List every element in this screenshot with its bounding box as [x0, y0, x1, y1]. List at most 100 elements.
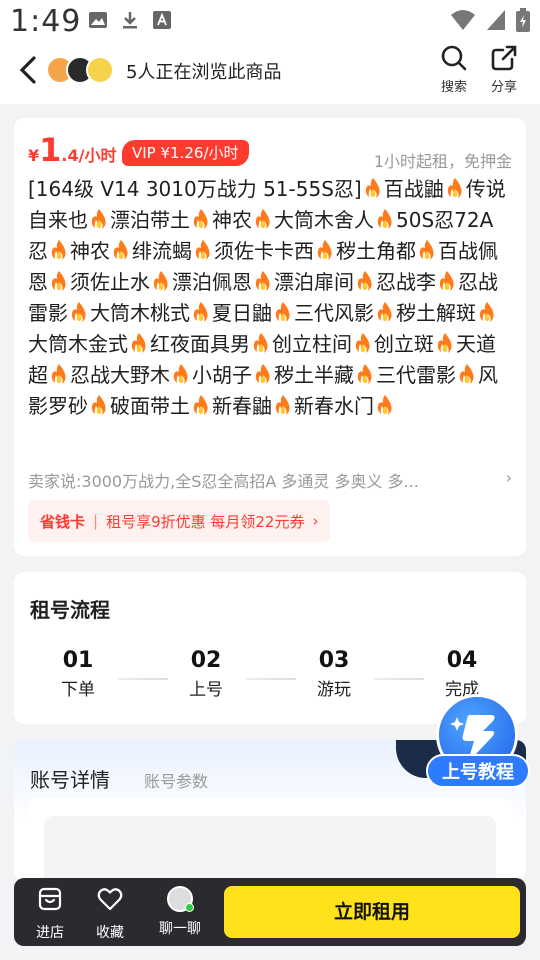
fire-icon [252, 332, 270, 354]
fire-icon [364, 177, 382, 199]
details-content [44, 816, 496, 880]
description-text: 小胡子 [192, 363, 252, 387]
description-text: 漂泊佩恩 [172, 270, 252, 294]
online-dot [185, 903, 194, 912]
search-button[interactable]: 搜索 [434, 44, 474, 95]
description-text: 创立柱间 [272, 332, 352, 356]
back-icon[interactable] [16, 54, 40, 86]
page-title: 5人正在浏览此商品 [126, 62, 282, 83]
store-label: 进店 [36, 925, 64, 941]
fire-icon [254, 270, 272, 292]
description-text: 三代雷影 [376, 363, 456, 387]
step-number: 03 [318, 648, 350, 673]
description-text: 须佐止水 [70, 270, 150, 294]
status-icons-left [88, 10, 172, 30]
tutorial-button[interactable]: 上号教程 [426, 694, 530, 790]
fire-icon [458, 363, 476, 385]
description-text: 秽土解斑 [396, 301, 476, 325]
status-bar: 1:49 [0, 0, 540, 44]
fire-icon [436, 332, 454, 354]
fire-icon [192, 301, 210, 323]
description-text: 秽土半藏 [274, 363, 354, 387]
description-text: 神农 [212, 208, 252, 232]
viewer-avatars [46, 56, 114, 84]
saver-text: 租号享9折优惠 每月领22元券 [106, 512, 305, 531]
price: ¥ 1 .4/小时 [28, 134, 116, 166]
saver-card-banner[interactable]: 省钱卡 | 租号享9折优惠 每月领22元券 › [28, 500, 331, 542]
fire-icon [376, 301, 394, 323]
rent-now-button[interactable]: 立即租用 [224, 886, 520, 938]
store-button[interactable]: 进店 [20, 886, 80, 942]
chevron-right-icon: › [312, 512, 319, 530]
share-icon [491, 45, 517, 71]
product-card: ¥ 1 .4/小时 VIP ¥1.26/小时 1小时起租，免押金 [164级 V… [14, 118, 526, 556]
step-label: 游玩 [317, 680, 351, 700]
vip-price-badge: VIP ¥1.26/小时 [122, 140, 249, 166]
fire-icon [376, 394, 394, 416]
description-text: 三代风影 [294, 301, 374, 325]
seller-avatar [167, 886, 194, 912]
fire-icon [446, 177, 464, 199]
nav-bar: 5人正在浏览此商品 搜索 分享 [0, 44, 540, 104]
fire-icon [354, 332, 372, 354]
description-text: 漂泊带土 [110, 208, 190, 232]
step-label: 下单 [61, 680, 95, 700]
description-text: [164级 V14 3010万战力 51-55S忍] [28, 177, 362, 201]
description-text: 夏日鼬 [212, 301, 272, 325]
share-button[interactable]: 分享 [484, 44, 524, 95]
fire-icon [438, 270, 456, 292]
favorite-button[interactable]: 收藏 [80, 886, 140, 942]
step-connector [118, 678, 168, 680]
account-params-tab[interactable]: 账号参数 [144, 768, 208, 792]
description-text: 忍战大野木 [70, 363, 170, 387]
seller-note[interactable]: 卖家说:3000万战力,全S忍全高招A 多通灵 多奥义 多... [28, 468, 498, 492]
fire-icon [90, 394, 108, 416]
fire-icon [70, 301, 88, 323]
step-label: 上号 [189, 680, 223, 700]
process-step: 02 上号 [176, 648, 236, 700]
chat-button[interactable]: 聊一聊 [150, 886, 210, 938]
step-connector [246, 678, 296, 680]
description-text: 破面带土 [110, 394, 190, 418]
fire-icon [50, 270, 68, 292]
process-step: 01 下单 [48, 648, 108, 700]
fire-icon [274, 301, 292, 323]
fire-icon [112, 239, 130, 261]
description-text: 大筒木舍人 [274, 208, 374, 232]
description-text: 忍战李 [376, 270, 436, 294]
avatar [86, 56, 114, 84]
step-number: 02 [190, 648, 222, 673]
fire-icon [50, 363, 68, 385]
description-text: 大筒木桃式 [90, 301, 190, 325]
wifi-icon [451, 10, 475, 30]
description-text: 秽土角都 [336, 239, 416, 263]
favorite-label: 收藏 [96, 925, 124, 941]
chevron-right-icon[interactable]: › [506, 468, 512, 487]
download-icon [123, 12, 137, 29]
step-number: 01 [62, 648, 94, 673]
process-step: 04 完成 [432, 648, 492, 700]
price-value: 1 [39, 131, 62, 169]
fire-icon [356, 270, 374, 292]
product-description: [164级 V14 3010万战力 51-55S忍] 百战鼬 传说自来也 漂泊带土 神农… [28, 174, 512, 422]
section-title: 租号流程 [30, 598, 110, 622]
description-text: 大筒木金式 [28, 332, 128, 356]
fire-icon [192, 208, 210, 230]
store-icon [38, 887, 62, 911]
divider: | [93, 512, 99, 530]
search-icon [441, 45, 467, 71]
battery-icon [516, 8, 530, 32]
fire-icon [50, 239, 68, 261]
fire-icon [192, 394, 210, 416]
signal-icon [487, 10, 505, 30]
fire-icon [478, 301, 496, 323]
fire-icon [274, 394, 292, 416]
min-rent-info: 1小时起租，免押金 [373, 152, 512, 171]
share-label: 分享 [490, 80, 517, 95]
fire-icon [356, 363, 374, 385]
step-connector [374, 678, 424, 680]
fire-icon [90, 208, 108, 230]
status-icons-right [450, 8, 530, 32]
step-number: 04 [446, 648, 478, 673]
description-text: 创立斑 [374, 332, 434, 356]
